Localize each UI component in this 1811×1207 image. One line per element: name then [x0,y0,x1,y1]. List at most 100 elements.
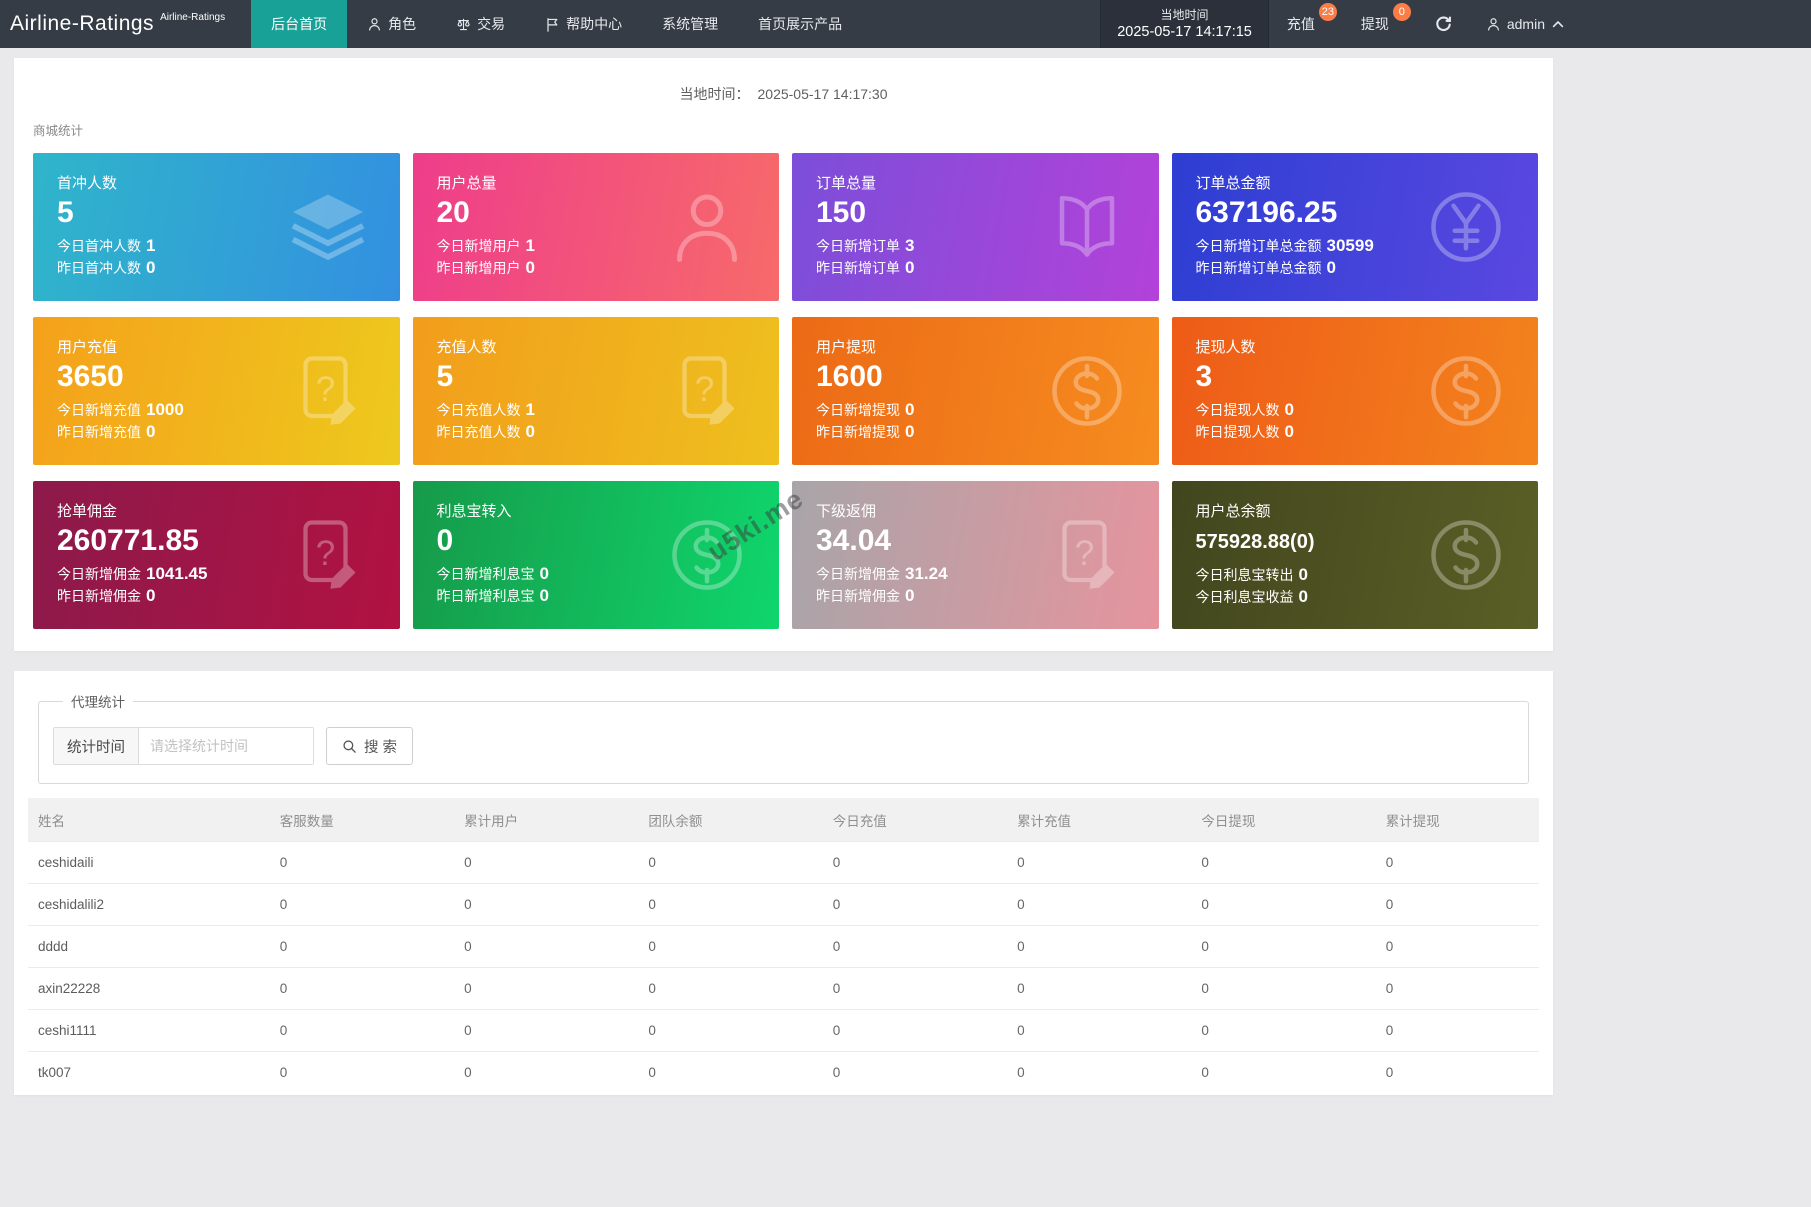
stat-line-label: 昨日首冲人数 [57,260,141,276]
column-header: 客服数量 [270,798,454,842]
column-header: 累计提现 [1376,798,1539,842]
stat-card: 利息宝转入0今日新增利息宝0昨日新增利息宝0 [413,481,780,629]
stat-line-label: 昨日新增充值 [57,424,141,440]
stat-line-value: 1 [526,236,535,255]
stat-card: 用户充值3650今日新增充值1000昨日新增充值0? [33,317,400,465]
stat-line-value: 1 [146,236,155,255]
stat-line-label: 昨日新增订单 [816,260,900,276]
agent-name-cell: ceshidaili [28,842,270,884]
flag-icon [545,17,560,32]
menu-item[interactable]: 角色 [347,0,436,48]
stat-line-value: 0 [146,586,155,605]
value-cell: 0 [270,1010,454,1052]
layers-icon [288,187,368,267]
menu-item[interactable]: 首页展示产品 [738,0,862,48]
menu-item[interactable]: 系统管理 [642,0,738,48]
chevron-up-icon [1552,20,1564,28]
stat-card: 提现人数3今日提现人数0昨日提现人数0 [1172,317,1539,465]
agent-name-cell: dddd [28,926,270,968]
stat-line-value: 31.24 [905,564,948,583]
main-menu: 后台首页 角色 交易帮助中心系统管理首页展示产品 [251,0,862,48]
stat-line-value: 0 [905,586,914,605]
scales-icon [456,17,471,32]
recharge-nav-button[interactable]: 充值 23 [1269,0,1343,48]
stat-card: 首冲人数5今日首冲人数1昨日首冲人数0 [33,153,400,301]
stat-card: 充值人数5今日充值人数1昨日充值人数0? [413,317,780,465]
value-cell: 0 [1376,842,1539,884]
value-cell: 0 [1191,968,1375,1010]
stat-line-value: 0 [905,400,914,419]
stat-card: 订单总金额637196.25今日新增订单总金额30599昨日新增订单总金额0 [1172,153,1539,301]
search-icon [342,739,357,754]
value-cell: 0 [454,1010,638,1052]
withdraw-badge: 0 [1393,3,1411,21]
table-row: ceshidaili0000000 [28,842,1539,884]
menu-item-label: 交易 [477,14,505,34]
value-cell: 0 [638,1052,822,1094]
value-cell: 0 [1376,1052,1539,1094]
stat-line-label: 今日新增充值 [57,402,141,418]
stat-line-value: 0 [905,422,914,441]
stat-line-value: 0 [1285,422,1294,441]
stat-line-label: 今日新增订单总金额 [1196,238,1322,254]
server-time-label: 当地时间： [680,86,750,102]
book-icon [1047,187,1127,267]
search-button-label: 搜 索 [364,736,397,757]
local-time-value: 2025-05-17 14:17:15 [1117,23,1252,41]
section-title-mall-stats: 商城统计 [33,120,1553,139]
value-cell: 0 [823,1010,1007,1052]
stat-line-value: 0 [1299,565,1308,584]
stat-line-value: 0 [540,586,549,605]
stat-line-label: 昨日新增用户 [437,260,521,276]
local-time-label: 当地时间 [1161,7,1209,23]
menu-item-label: 系统管理 [662,14,718,34]
value-cell: 0 [1191,884,1375,926]
refresh-icon [1435,16,1452,33]
table-row: tk0070000000 [28,1052,1539,1094]
mall-stats-panel: 当地时间：2025-05-17 14:17:30 商城统计 首冲人数5今日首冲人… [14,58,1553,651]
stat-line-label: 昨日充值人数 [437,424,521,440]
stat-line-label: 昨日新增佣金 [57,588,141,604]
refresh-button[interactable] [1417,0,1470,48]
svg-text:?: ? [315,370,334,409]
column-header: 姓名 [28,798,270,842]
withdraw-label: 提现 [1361,14,1389,34]
value-cell: 0 [638,926,822,968]
edit-icon: ? [288,351,368,431]
agent-stats-panel: 代理统计 统计时间 搜 索 姓名客服数量累计用户团队余额今日充值累计充值今日提现… [14,671,1553,1095]
user-menu[interactable]: admin [1470,0,1580,48]
username: admin [1507,16,1545,32]
search-button[interactable]: 搜 索 [326,727,413,765]
page-container: 当地时间：2025-05-17 14:17:30 商城统计 首冲人数5今日首冲人… [14,58,1553,1095]
dollar-icon [1047,351,1127,431]
stat-line-value: 0 [905,258,914,277]
menu-item[interactable]: 后台首页 [251,0,347,48]
menu-item-label: 角色 [388,14,416,34]
stat-line-label: 今日充值人数 [437,402,521,418]
filter-row: 统计时间 搜 索 [53,727,1514,765]
value-cell: 0 [638,842,822,884]
stat-line-label: 今日提现人数 [1196,402,1280,418]
stat-line-label: 昨日新增订单总金额 [1196,260,1322,276]
stat-line-label: 今日新增利息宝 [437,566,535,582]
stat-line-value: 0 [1285,400,1294,419]
menu-item[interactable]: 交易 [436,0,525,48]
stat-line-value: 0 [1327,258,1336,277]
stat-line-value: 3 [905,236,914,255]
edit-icon: ? [667,351,747,431]
stat-line-label: 昨日新增佣金 [816,588,900,604]
menu-item[interactable]: 帮助中心 [525,0,642,48]
agent-name-cell: ceshidalili2 [28,884,270,926]
stat-time-input[interactable] [139,728,313,764]
table-row: dddd0000000 [28,926,1539,968]
person-icon [667,187,747,267]
value-cell: 0 [454,926,638,968]
stat-line-label: 今日新增佣金 [57,566,141,582]
stat-time-input-group: 统计时间 [53,727,314,765]
svg-text:?: ? [1074,534,1093,573]
stat-line-label: 昨日新增提现 [816,424,900,440]
svg-text:?: ? [315,534,334,573]
value-cell: 0 [1376,884,1539,926]
withdraw-nav-button[interactable]: 提现 0 [1343,0,1417,48]
column-header: 团队余额 [638,798,822,842]
